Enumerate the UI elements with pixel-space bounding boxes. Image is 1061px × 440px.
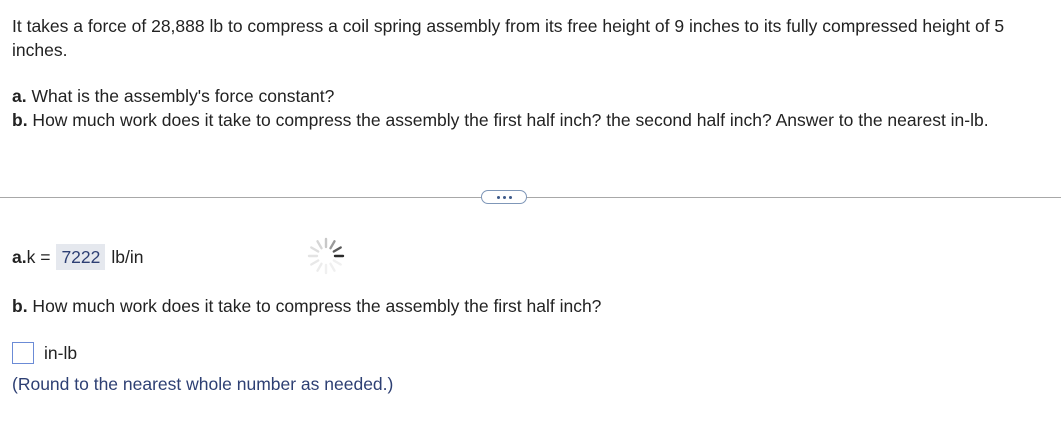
part-b-label: b. (12, 110, 28, 130)
rounding-hint: (Round to the nearest whole number as ne… (12, 374, 394, 394)
answer-b-unit: in-lb (44, 342, 78, 363)
question-text: It takes a force of 28,888 lb to compres… (12, 14, 1042, 132)
answer-a-row: a. k = 7222 lb/in (12, 244, 144, 270)
part-a-text: What is the assembly's force constant? (26, 86, 335, 106)
question-part-b: b. How much work does it take to compres… (12, 108, 1042, 132)
loading-spinner-icon (307, 237, 345, 275)
answer-a-unit: lb/in (111, 247, 144, 267)
part-a-label: a. (12, 86, 27, 106)
answer-b-input-row: in-lb (12, 342, 77, 364)
question-part-a: a. What is the assembly's force constant… (12, 84, 1042, 108)
more-options-dot (508, 195, 512, 199)
more-options-icon (496, 195, 500, 199)
more-options-button[interactable] (481, 190, 527, 204)
more-options-dot (502, 195, 506, 199)
part-b-text: How much work does it take to compress t… (27, 110, 989, 130)
answer-b-text: How much work does it take to compress t… (27, 296, 602, 316)
question-intro: It takes a force of 28,888 lb to compres… (12, 16, 1005, 60)
answer-a-label: a. (12, 247, 27, 267)
answer-b-input[interactable] (12, 342, 34, 364)
answer-b-label: b. (12, 296, 28, 316)
answer-a-prefix: k = (26, 247, 51, 267)
problem-page: It takes a force of 28,888 lb to compres… (0, 0, 1061, 440)
answer-b-question: b. How much work does it take to compres… (12, 294, 601, 318)
section-divider (0, 197, 1061, 198)
answer-a-value: 7222 (56, 244, 106, 270)
